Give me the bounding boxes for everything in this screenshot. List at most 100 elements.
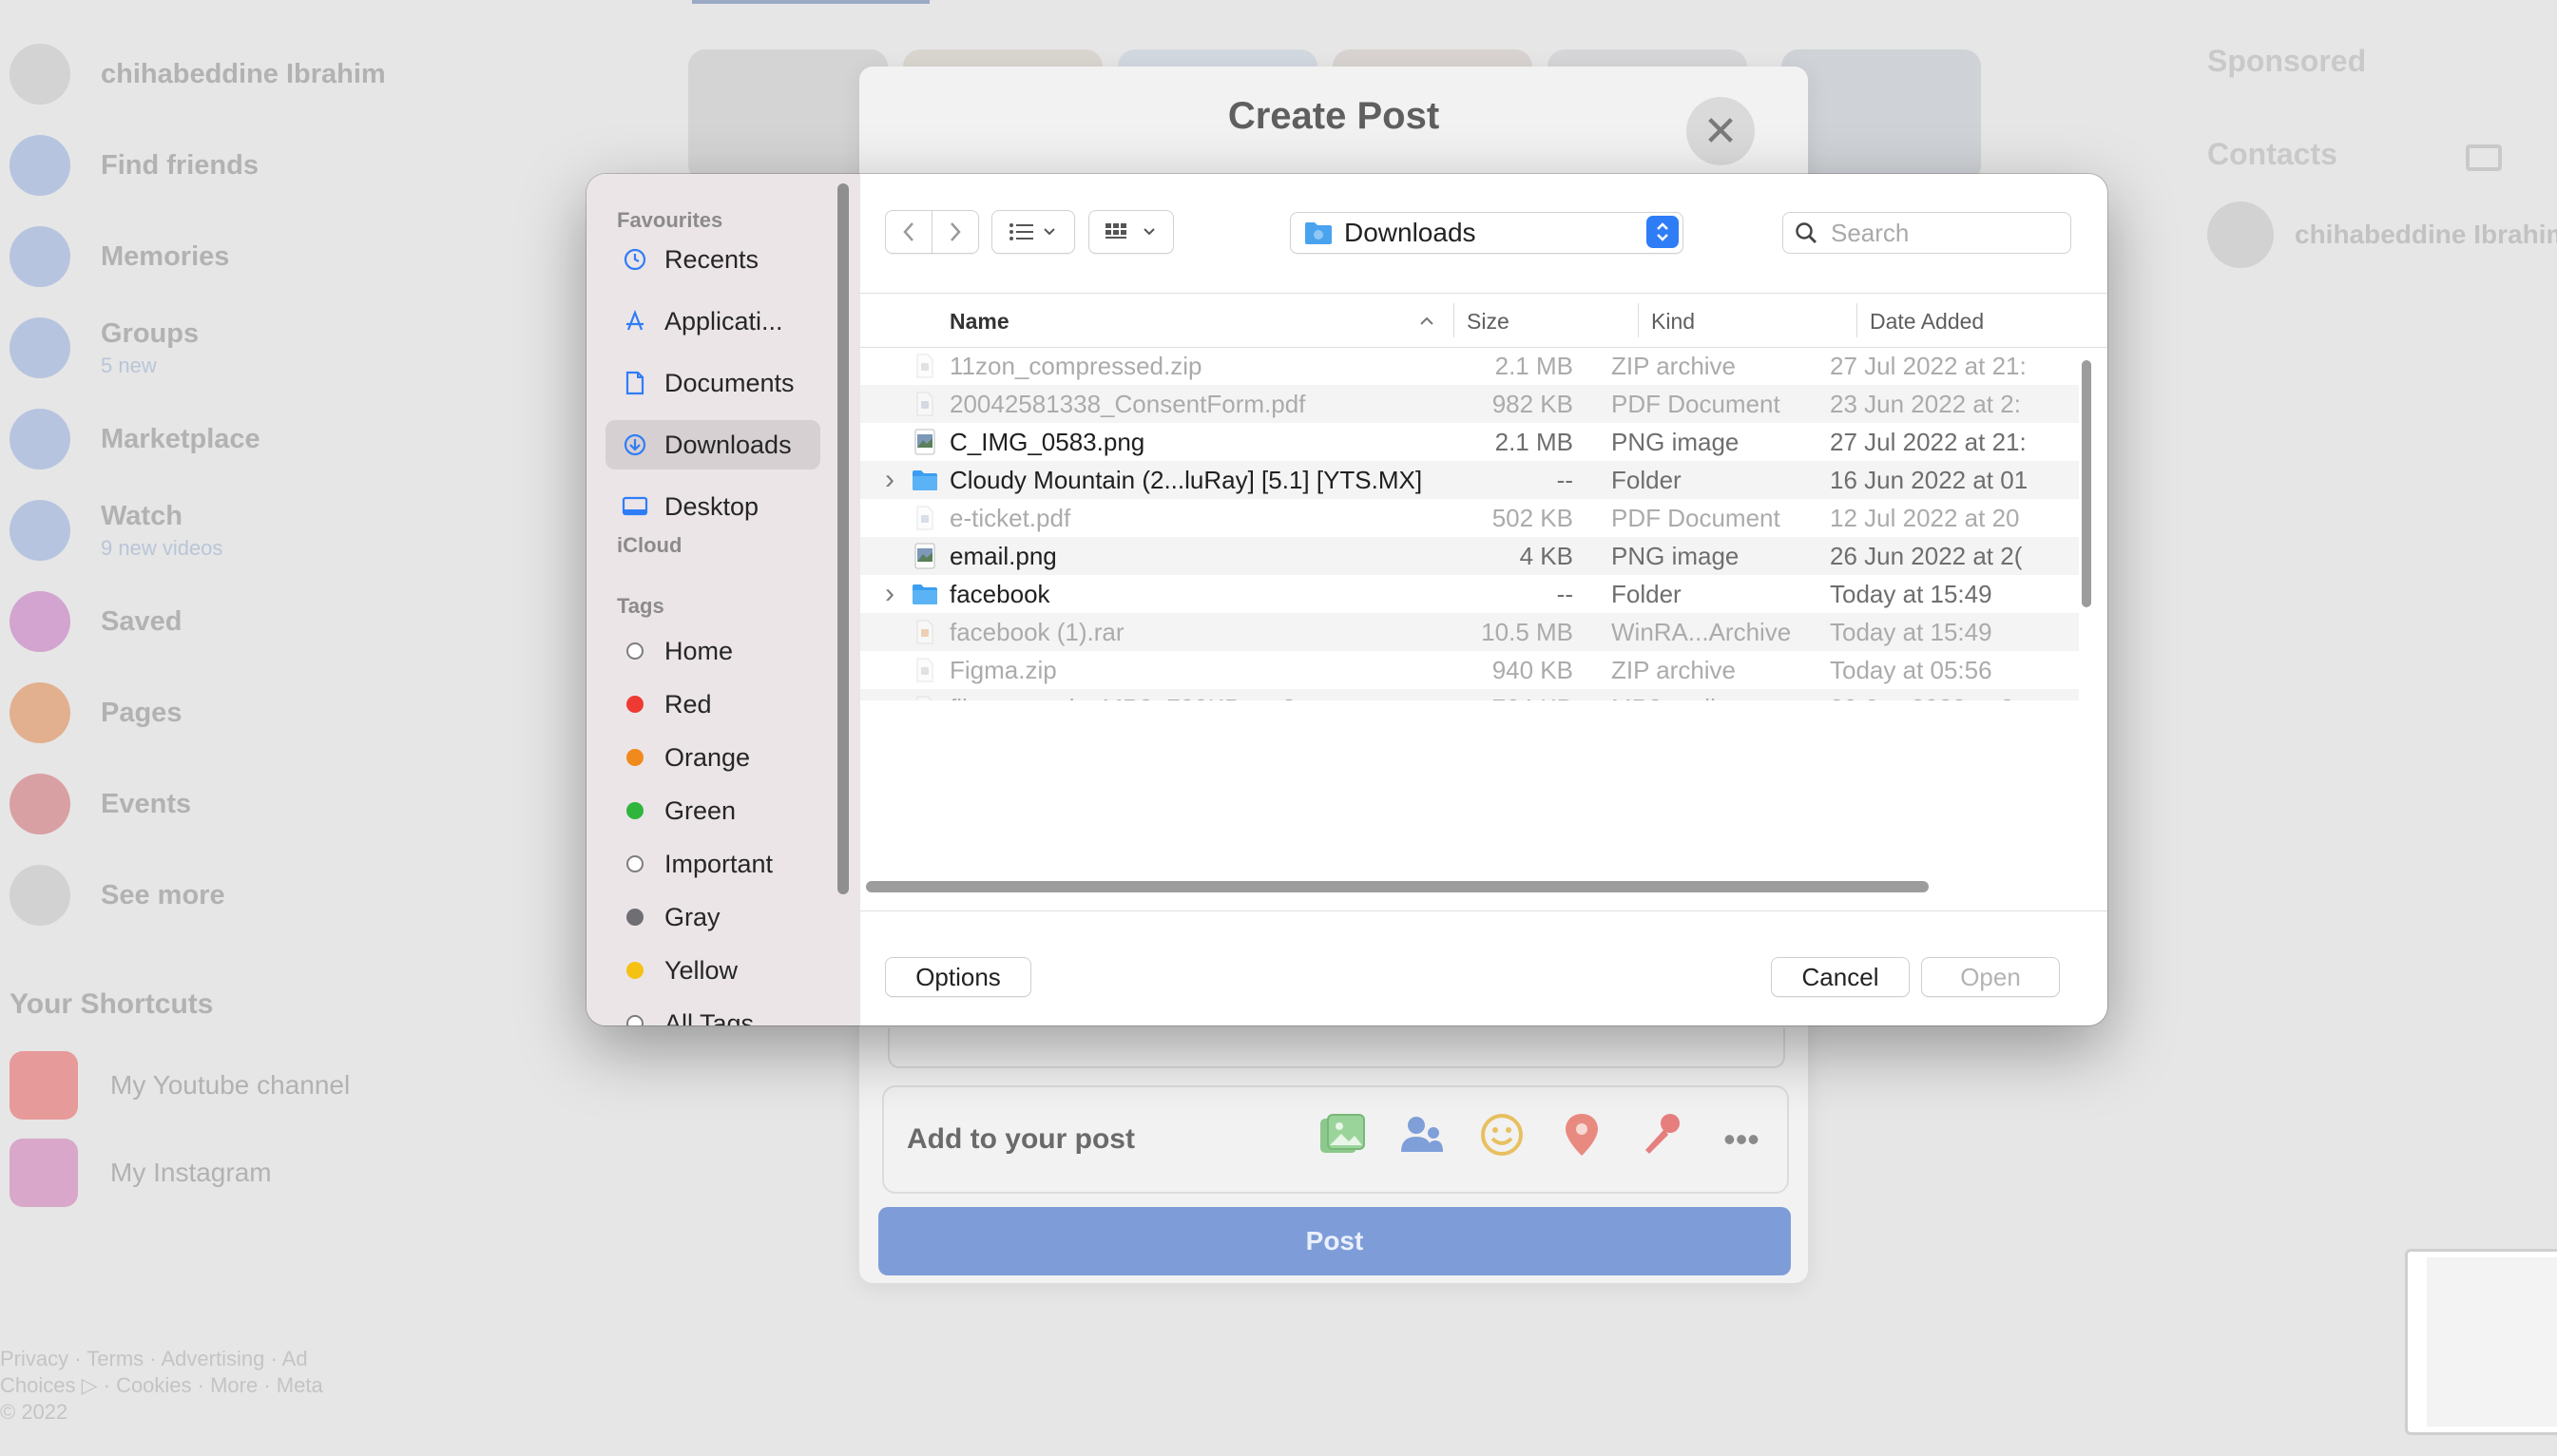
pdf-icon (912, 504, 938, 532)
tag-item[interactable]: Important (606, 839, 820, 889)
clock-icon (10, 226, 70, 287)
group-view-button[interactable] (1088, 210, 1174, 254)
vertical-scrollbar[interactable] (2082, 360, 2091, 607)
folder-row[interactable]: › Cloudy Mountain (2...luRay] [5.1] [YTS.… (860, 461, 2079, 499)
sidebar-item-label: Marketplace (101, 423, 260, 454)
calendar-icon (10, 774, 70, 834)
location-icon[interactable] (1542, 1112, 1622, 1168)
dialog-footer: Options Cancel Open (860, 910, 2107, 1025)
tag-item[interactable]: Orange (606, 733, 820, 782)
sidebar-item-see-more[interactable]: See more (10, 857, 225, 933)
folder-icon (912, 466, 938, 494)
name-column-header[interactable]: Name (950, 309, 1009, 335)
close-icon[interactable]: ✕ (1686, 97, 1755, 165)
photo-video-icon[interactable] (1302, 1113, 1382, 1167)
sidebar-item-applicati[interactable]: Applicati... (606, 297, 820, 346)
dialog-toolbar: Downloads (860, 174, 2107, 293)
story-card[interactable] (1781, 49, 1981, 182)
tag-item[interactable]: Home (606, 626, 820, 676)
sidebar-item-desktop[interactable]: Desktop (606, 482, 820, 531)
file-row[interactable]: e-ticket.pdf 502 KB PDF Document 12 Jul 202… (860, 499, 2079, 537)
location-dropdown[interactable]: Downloads (1290, 212, 1683, 254)
file-kind: PNG image (1611, 541, 1740, 570)
disclosure-chevron-icon[interactable]: › (885, 464, 900, 496)
sidebar-item-marketplace[interactable]: Marketplace (10, 401, 260, 477)
horizontal-scrollbar[interactable] (866, 881, 1929, 892)
search-field[interactable] (1782, 212, 2071, 254)
file-row[interactable]: email.png 4 KB PNG image 26 Jun 2022 at 2( (860, 537, 2079, 575)
image-icon (912, 542, 938, 570)
chevron-down-icon (10, 865, 70, 926)
shortcut-item[interactable]: My Instagram (10, 1137, 272, 1209)
file-row[interactable]: facebook (1).rar 10.5 MB WinRA...Archive To… (860, 613, 2079, 651)
sidebar-item-label: Memories (101, 240, 230, 272)
sidebar-item-pages[interactable]: Pages (10, 675, 182, 751)
sidebar-item-label: Documents (664, 368, 795, 397)
tag-item[interactable]: Yellow (606, 946, 820, 995)
cancel-button[interactable]: Cancel (1771, 957, 1910, 997)
tag-item[interactable]: Gray (606, 892, 820, 942)
contact-item[interactable]: chihabeddine Ibrahim (2207, 201, 2557, 268)
file-size: 764 KB (1431, 694, 1573, 701)
clock-icon (621, 247, 649, 272)
folder-icon (912, 580, 938, 608)
options-button[interactable]: Options (885, 957, 1031, 997)
file-row[interactable]: file_example_MP3_700KB.mp3764 KB MP3 audi… (860, 689, 2079, 700)
sidebar-item-events[interactable]: Events (10, 766, 191, 842)
tag-dot-icon (621, 962, 649, 979)
tag-dot-icon (621, 802, 649, 819)
profile-link[interactable]: chihabeddine Ibrahim (10, 36, 386, 112)
open-button[interactable]: Open (1921, 957, 2060, 997)
date-added-column-header[interactable]: Date Added (1870, 309, 1984, 335)
sidebar-item-memories[interactable]: Memories (10, 219, 229, 295)
story-card[interactable] (688, 49, 888, 182)
sidebar-item-documents[interactable]: Documents (606, 358, 820, 408)
sidebar-item-label: Pages (101, 697, 183, 728)
shortcut-item[interactable]: My Youtube channel (10, 1049, 350, 1121)
tag-item[interactable]: Green (606, 786, 820, 835)
size-column-header[interactable]: Size (1467, 309, 1509, 335)
feeling-icon[interactable] (1462, 1113, 1542, 1167)
post-button[interactable]: Post (878, 1207, 1791, 1275)
tag-people-icon[interactable] (1382, 1114, 1462, 1166)
file-row[interactable]: C_IMG_0583.png 2.1 MB PNG image 27 Jul 2022… (860, 423, 2079, 461)
file-row[interactable]: 20042581338_ConsentForm.pdf 982 KB PDF Doc… (860, 385, 2079, 423)
search-input[interactable] (1829, 217, 2051, 249)
file-kind: PDF Document (1611, 389, 1780, 418)
sidebar-item-saved[interactable]: Saved (10, 584, 182, 660)
file-kind: ZIP archive (1611, 351, 1737, 380)
folder-row[interactable]: › facebook -- Folder Today at 15:49 (860, 575, 2079, 613)
file-row[interactable]: Figma.zip 940 KB ZIP archive Today at 05:56 (860, 651, 2079, 689)
profile-name: chihabeddine Ibrahim (101, 58, 386, 89)
updown-chevron-icon (1646, 216, 1679, 248)
more-options-icon[interactable]: ••• (1701, 1120, 1781, 1159)
sidebar-item-downloads[interactable]: Downloads (606, 420, 820, 469)
sidebar-item-watch[interactable]: Watch 9 new videos (10, 492, 222, 568)
file-name: C_IMG_0583.png (950, 427, 1145, 456)
tag-item[interactable]: All Tags (606, 999, 820, 1025)
disclosure-chevron-icon[interactable]: › (885, 578, 900, 610)
download-icon (621, 432, 649, 457)
tag-dot-icon (621, 749, 649, 766)
minimized-window-preview[interactable] (2405, 1249, 2557, 1435)
sidebar-item-recents[interactable]: Recents (606, 235, 820, 284)
file-open-dialog: Favourites Recents Applicati... Documents D… (586, 174, 2107, 1025)
zip-icon (912, 656, 938, 684)
video-call-icon[interactable] (2466, 144, 2502, 171)
list-view-button[interactable] (991, 210, 1075, 254)
tag-item[interactable]: Red (606, 680, 820, 729)
file-kind: MP3 audio (1611, 694, 1830, 701)
back-button[interactable] (885, 210, 932, 254)
sidebar-scrollbar[interactable] (837, 183, 849, 894)
microphone-icon[interactable] (1622, 1112, 1701, 1168)
icloud-title: iCloud (617, 533, 683, 557)
shortcut-label: My Instagram (110, 1158, 272, 1187)
tag-label: Orange (664, 742, 751, 772)
kind-column-header[interactable]: Kind (1651, 309, 1695, 335)
file-row[interactable]: 11zon_compressed.zip 2.1 MB ZIP archive 27 … (860, 347, 2079, 385)
post-text-area[interactable] (888, 1028, 1785, 1068)
video-icon (10, 500, 70, 561)
sidebar-item-groups[interactable]: Groups 5 new (10, 310, 199, 386)
forward-button[interactable] (932, 210, 979, 254)
sidebar-item-find-friends[interactable]: Find friends (10, 127, 259, 203)
